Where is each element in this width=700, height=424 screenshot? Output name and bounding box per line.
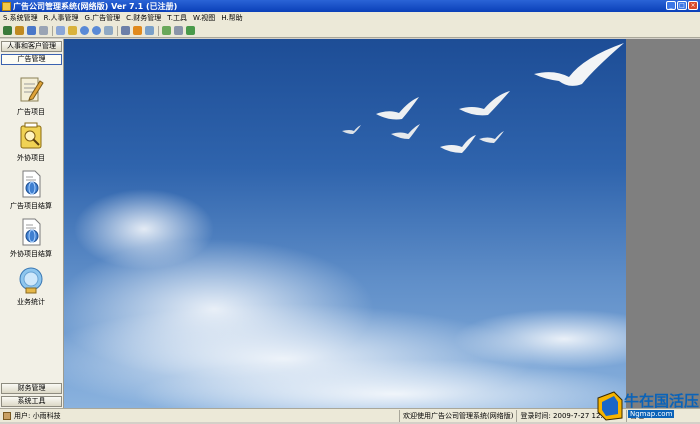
key-icon [18, 121, 44, 151]
next-icon[interactable] [92, 26, 101, 35]
close-button[interactable]: × [688, 1, 698, 10]
nav-label: 外协项目 [17, 154, 45, 162]
menu-hr[interactable]: R.人事管理 [41, 13, 82, 23]
title-bar: 广告公司管理系统(网络版) Ver 7.1 (已注册) _ □ × [0, 0, 700, 12]
window-controls: _ □ × [666, 1, 698, 10]
prev-icon[interactable] [80, 26, 89, 35]
status-welcome: 欢迎使用广告公司管理系统(网络版) [399, 409, 516, 422]
logo-url: Ngmap.com [628, 410, 675, 418]
toolbar-separator [52, 25, 53, 36]
message-icon[interactable] [174, 26, 183, 35]
nav-business-stats[interactable]: 业务统计 [0, 265, 62, 307]
minimize-button[interactable]: _ [666, 1, 676, 10]
desktop-background [64, 39, 626, 408]
notepad-pencil-icon [18, 75, 44, 105]
menu-system[interactable]: S.系统管理 [0, 13, 41, 23]
maximize-button[interactable]: □ [677, 1, 687, 10]
nav-outsource-project[interactable]: 外协项目 [0, 121, 62, 163]
search-icon[interactable] [104, 26, 113, 35]
save-icon[interactable] [39, 26, 48, 35]
globe-icon [18, 265, 44, 295]
sidebar: 人事和客户管理 广告管理 广告项目 外协项目 广告项目结算 外协项目结算 业务统… [0, 39, 64, 408]
print-icon[interactable] [121, 26, 130, 35]
menu-advertising[interactable]: G.广告管理 [82, 13, 124, 23]
settings-icon[interactable] [145, 26, 154, 35]
status-user: 用户: 小雨科技 [14, 411, 61, 420]
menu-bar: S.系统管理 R.人事管理 G.广告管理 C.财务管理 T.工具 W.视图 H.… [0, 12, 700, 24]
right-panel [626, 39, 700, 408]
group-finance[interactable]: 财务管理 [1, 383, 62, 394]
sky-birds-image [64, 43, 626, 408]
nav-label: 业务统计 [17, 298, 45, 306]
group-hr-customer[interactable]: 人事和客户管理 [1, 41, 62, 52]
menu-help[interactable]: H.帮助 [218, 13, 245, 23]
toolbar-separator [117, 25, 118, 36]
status-user-cell: 用户: 小雨科技 [0, 411, 399, 421]
nav-label: 广告项目 [17, 108, 45, 116]
nav-outsource-settlement[interactable]: 外协项目结算 [0, 217, 62, 259]
group-advertising[interactable]: 广告管理 [1, 54, 62, 65]
menu-finance[interactable]: C.财务管理 [123, 13, 164, 23]
calculator-icon[interactable] [162, 26, 171, 35]
group-system-tools[interactable]: 系统工具 [1, 396, 62, 407]
window-title: 广告公司管理系统(网络版) Ver 7.1 (已注册) [13, 1, 178, 11]
app-icon [2, 1, 11, 11]
exit-icon[interactable] [3, 26, 12, 35]
nav-ad-project-settlement[interactable]: 广告项目结算 [0, 169, 62, 211]
user-icon [3, 411, 11, 420]
logo-text: 牛在国活压 [624, 392, 700, 410]
toolbar [0, 24, 700, 38]
undo-icon[interactable] [27, 26, 36, 35]
watermark-logo: 牛在国活压 Ngmap.com [596, 390, 700, 422]
document-globe-icon [18, 169, 44, 199]
nav-label: 广告项目结算 [10, 202, 52, 210]
export-icon[interactable] [186, 26, 195, 35]
menu-tools[interactable]: T.工具 [164, 13, 190, 23]
edit-icon[interactable] [68, 26, 77, 35]
upload-icon[interactable] [133, 26, 142, 35]
refresh-icon[interactable] [56, 26, 65, 35]
menu-view[interactable]: W.视图 [190, 13, 218, 23]
status-bar: 用户: 小雨科技 欢迎使用广告公司管理系统(网络版) 登录时间: 2009-7-… [0, 408, 700, 422]
toolbar-separator [158, 25, 159, 36]
document-globe-icon [18, 217, 44, 247]
nav-label: 外协项目结算 [10, 250, 52, 258]
nav-ad-project[interactable]: 广告项目 [0, 75, 62, 117]
download-icon[interactable] [15, 26, 24, 35]
